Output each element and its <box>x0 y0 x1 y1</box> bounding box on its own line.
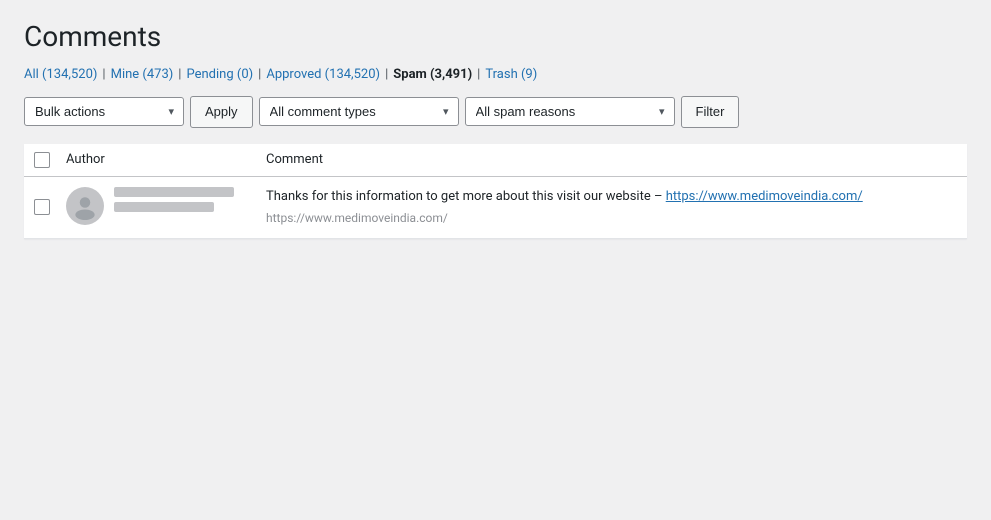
author-cell <box>56 176 256 239</box>
apply-button[interactable]: Apply <box>190 96 253 128</box>
author-email-placeholder <box>114 202 214 212</box>
table-header-row: Author Comment <box>24 144 967 177</box>
filter-links: All (134,520) | Mine (473) | Pending (0)… <box>24 67 967 82</box>
comment-text: Thanks for this information to get more … <box>266 187 957 229</box>
comment-link[interactable]: https://www.medimoveindia.com/ <box>666 189 863 204</box>
bulk-actions-select[interactable]: Bulk actions <box>24 97 184 126</box>
bulk-actions-wrap: Bulk actions ▾ <box>24 97 184 126</box>
col-header-checkbox <box>24 144 56 177</box>
filter-button[interactable]: Filter <box>681 96 740 128</box>
author-name-placeholder <box>114 187 234 197</box>
filter-spam: Spam (3,491) <box>393 67 472 82</box>
table-row: Thanks for this information to get more … <box>24 176 967 239</box>
filter-all[interactable]: All (134,520) <box>24 67 97 82</box>
avatar-icon <box>71 192 99 220</box>
author-info <box>114 187 234 212</box>
comment-types-select[interactable]: All comment types <box>259 97 459 126</box>
comment-body: Thanks for this information to get more … <box>266 189 666 204</box>
row-checkbox[interactable] <box>34 199 50 215</box>
page-title: Comments <box>24 20 967 53</box>
comment-url: https://www.medimoveindia.com/ <box>266 209 957 228</box>
filter-mine[interactable]: Mine (473) <box>111 67 174 82</box>
filter-pending[interactable]: Pending (0) <box>186 67 253 82</box>
select-all-checkbox[interactable] <box>34 152 50 168</box>
comments-table: Author Comment <box>24 144 967 240</box>
comment-content-cell: Thanks for this information to get more … <box>256 176 967 239</box>
filter-trash[interactable]: Trash (9) <box>485 67 537 82</box>
tablenav-top: Bulk actions ▾ Apply All comment types ▾… <box>24 96 967 128</box>
filter-approved[interactable]: Approved (134,520) <box>266 67 380 82</box>
spam-reasons-select[interactable]: All spam reasons <box>465 97 675 126</box>
avatar <box>66 187 104 225</box>
row-checkbox-cell <box>24 176 56 239</box>
col-header-comment: Comment <box>256 144 967 177</box>
col-header-author: Author <box>56 144 256 177</box>
comment-types-wrap: All comment types ▾ <box>259 97 459 126</box>
spam-reasons-wrap: All spam reasons ▾ <box>465 97 675 126</box>
